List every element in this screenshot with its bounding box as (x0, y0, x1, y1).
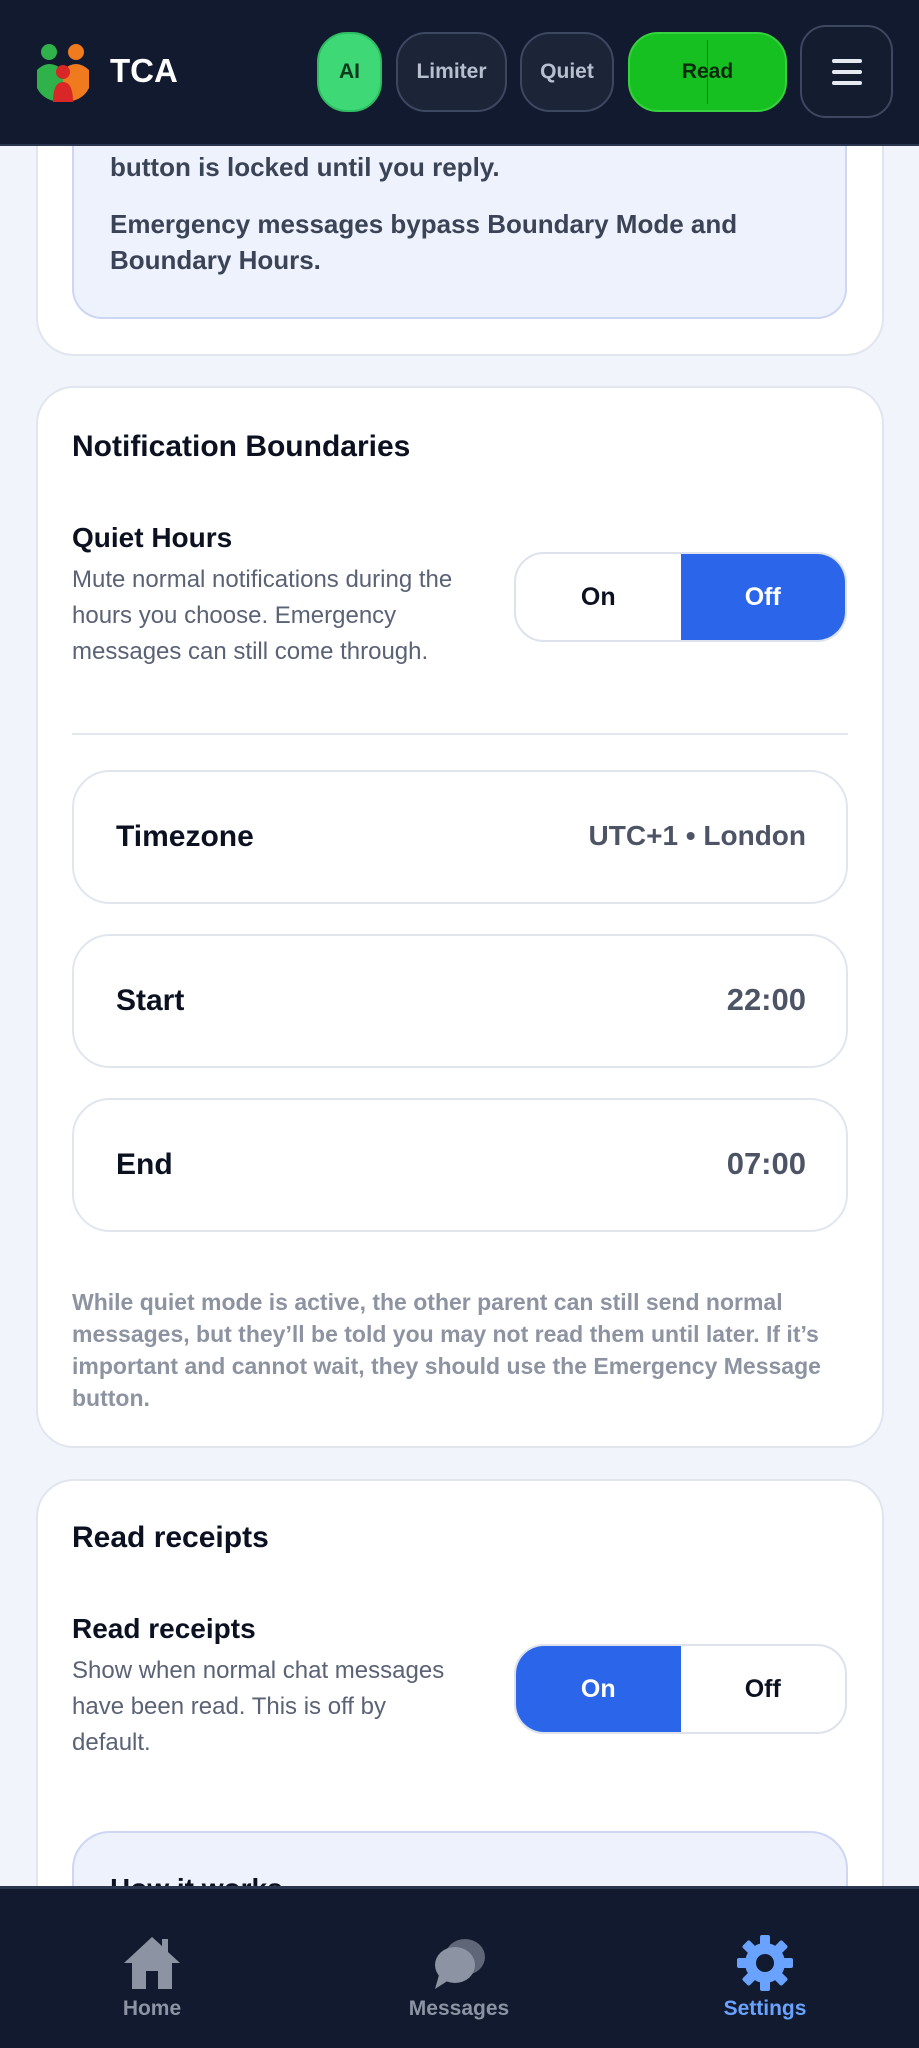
quiet-hours-on-option[interactable]: On (516, 554, 681, 640)
notification-boundaries-card: Notification Boundaries Quiet Hours Mute… (36, 386, 884, 1448)
read-receipts-on-option[interactable]: On (516, 1646, 681, 1732)
read-receipts-description: Show when normal chat messages have been… (72, 1657, 445, 1756)
end-time-row[interactable]: End 07:00 (72, 1098, 848, 1232)
messages-icon (435, 1939, 485, 1989)
ai-mode-label: AI (339, 60, 360, 83)
nav-home[interactable]: Home (52, 1889, 252, 2048)
settings-icon (737, 1935, 793, 1991)
emergency-info-line2: Emergency messages bypass Boundary Mode … (110, 209, 738, 275)
limiter-button[interactable]: Limiter (396, 32, 507, 112)
app-header: TCA AI Limiter Quiet Read (0, 0, 919, 146)
end-label: End (116, 1148, 173, 1181)
start-label: Start (116, 984, 185, 1017)
nav-home-label: Home (122, 1997, 182, 2020)
quiet-hours-description: Mute normal notifications during the hou… (72, 566, 453, 665)
start-time-row[interactable]: Start 22:00 (72, 934, 848, 1068)
emergency-info-line1: button is locked until you reply. (110, 152, 500, 182)
app-title: TCA (110, 52, 178, 89)
timezone-label: Timezone (116, 820, 254, 853)
timezone-row[interactable]: Timezone UTC+1 • London (72, 770, 848, 904)
ai-mode-button[interactable]: AI (317, 32, 382, 112)
hamburger-icon (831, 58, 862, 85)
section-title: Read receipts (72, 1521, 269, 1554)
end-value: 07:00 (726, 1146, 806, 1181)
read-button-divider (707, 40, 708, 104)
read-receipts-toggle: On Off (514, 1644, 847, 1734)
quiet-button[interactable]: Quiet (520, 32, 614, 112)
nav-settings-label: Settings (723, 1997, 807, 2020)
quiet-label: Quiet (540, 60, 594, 83)
read-receipts-off-option[interactable]: Off (681, 1646, 846, 1732)
read-button[interactable]: Read (628, 32, 787, 112)
nav-messages[interactable]: Messages (359, 1889, 559, 2048)
limiter-label: Limiter (416, 60, 487, 83)
nav-messages-label: Messages (408, 1997, 510, 2020)
section-title: Notification Boundaries (72, 430, 411, 463)
start-value: 22:00 (726, 982, 806, 1017)
quiet-hours-toggle: On Off (514, 552, 847, 642)
quiet-mode-note: While quiet mode is active, the other pa… (72, 1289, 821, 1411)
home-icon (124, 1937, 180, 1989)
quiet-hours-off-option[interactable]: Off (680, 554, 845, 640)
divider (72, 733, 848, 735)
bottom-navigation: Home Messages Settings (0, 1886, 919, 2048)
menu-button[interactable] (800, 25, 893, 118)
family-logo-icon (37, 44, 89, 102)
nav-settings[interactable]: Settings (665, 1889, 865, 2048)
quiet-hours-title: Quiet Hours (72, 522, 233, 553)
read-receipts-setting-title: Read receipts (72, 1613, 256, 1644)
timezone-value: UTC+1 • London (588, 820, 806, 851)
